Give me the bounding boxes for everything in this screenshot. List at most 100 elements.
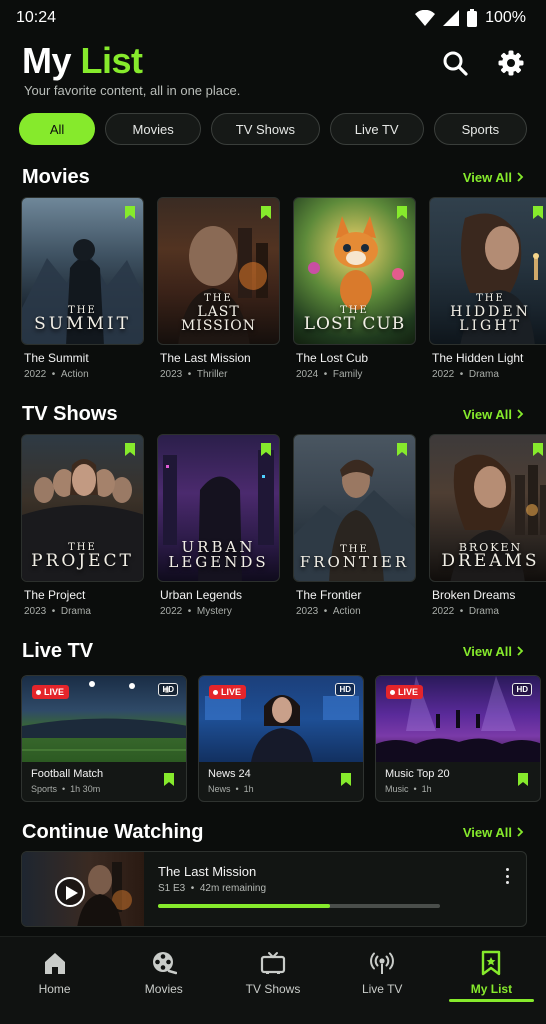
nav-label: Home <box>38 982 71 996</box>
filter-chip-all[interactable]: All <box>19 113 96 145</box>
poster-title-text: URBAN LEGENDS <box>168 537 269 572</box>
chevron-right-icon <box>517 646 524 656</box>
live-tv-row: LIVE HD Football Match Sports • 1h 30m L… <box>21 675 541 802</box>
movie-card[interactable]: THE SUMMIT The Summit 2022 • Action <box>21 197 144 380</box>
chevron-right-icon <box>517 172 524 182</box>
live-tv-view-all-link[interactable]: View All <box>463 644 524 659</box>
page-subtitle: Your favorite content, all in one place. <box>24 83 241 98</box>
filter-chip-sports[interactable]: Sports <box>433 113 527 145</box>
movies-section-header: Movies View All <box>22 164 524 190</box>
gear-icon[interactable] <box>498 50 524 76</box>
nav-item-my-list[interactable]: My List <box>437 937 546 1024</box>
movie-poster: THE LOST CUB <box>293 197 416 345</box>
nav-label: My List <box>470 982 513 996</box>
view-all-label: View All <box>462 169 512 185</box>
bottom-navigation: Home Movies TV Shows Live TV My List <box>0 936 546 1024</box>
hd-badge: HD <box>158 683 178 696</box>
live-tv-section-header: Live TV View All <box>22 638 524 664</box>
view-all-label: View All <box>462 643 512 659</box>
tv-show-title: Broken Dreams <box>432 588 516 602</box>
movie-poster: THE LAST MISSION <box>157 197 280 345</box>
movie-card[interactable]: THE LAST MISSION The Last Mission 2023 • … <box>157 197 280 380</box>
signal-icon <box>443 10 460 26</box>
tv-show-poster: THE PROJECT <box>21 434 144 582</box>
nav-item-tv-shows[interactable]: TV Shows <box>218 937 327 1024</box>
bookmark-icon[interactable] <box>341 773 351 786</box>
filter-chip-movies[interactable]: Movies <box>105 113 202 145</box>
movie-card[interactable]: THE HIDDEN LIGHT The Hidden Light 2022 • … <box>429 197 546 380</box>
bookmark-icon[interactable] <box>125 443 135 456</box>
filter-chip-live-tv[interactable]: Live TV <box>329 113 424 145</box>
poster-title-text: THE HIDDEN LIGHT <box>450 293 531 335</box>
movies-view-all-link[interactable]: View All <box>463 170 524 185</box>
wifi-icon <box>415 10 436 26</box>
movie-card[interactable]: THE LOST CUB The Lost Cub 2024 • Family <box>293 197 416 380</box>
movie-meta: 2024 • Family <box>296 369 363 380</box>
nav-label: Movies <box>144 982 183 996</box>
watch-progress-bar <box>158 904 440 908</box>
bookmark-icon[interactable] <box>261 443 271 456</box>
hd-badge: HD <box>512 683 532 696</box>
movies-row: THE SUMMIT The Summit 2022 • Action THE LA… <box>21 197 546 380</box>
live-badge: LIVE <box>209 685 247 699</box>
bookmark-icon[interactable] <box>397 206 407 219</box>
battery-icon <box>467 9 478 27</box>
live-thumbnail: LIVE HD <box>376 676 540 762</box>
live-thumbnail: LIVE HD <box>22 676 186 762</box>
tv-shows-section-header: TV Shows View All <box>22 401 524 427</box>
movie-title: The Last Mission <box>160 351 251 365</box>
filter-chip-tv-shows[interactable]: TV Shows <box>211 113 320 145</box>
bookmark-icon[interactable] <box>533 206 543 219</box>
play-button[interactable] <box>55 877 85 907</box>
poster-title-text: THE PROJECT <box>31 541 134 572</box>
section-title-tv-shows: TV Shows <box>22 402 118 425</box>
tv-show-meta: 2022 • Drama <box>432 606 499 617</box>
tv-shows-view-all-link[interactable]: View All <box>463 407 524 422</box>
tv-icon <box>260 952 286 974</box>
movie-title: The Summit <box>24 351 89 365</box>
live-channel-card[interactable]: LIVE HD Football Match Sports • 1h 30m <box>21 675 187 802</box>
continue-watching-view-all-link[interactable]: View All <box>463 825 524 840</box>
bookmark-icon[interactable] <box>518 773 528 786</box>
nav-item-home[interactable]: Home <box>0 937 109 1024</box>
tv-show-card[interactable]: BROKEN DREAMS Broken Dreams 2022 • Drama <box>429 434 546 617</box>
search-icon[interactable] <box>442 50 468 76</box>
live-meta: Music • 1h <box>385 784 432 794</box>
bookmark-icon[interactable] <box>397 443 407 456</box>
movie-meta: 2022 • Action <box>24 369 89 380</box>
live-info: News 24 News • 1h <box>208 768 254 794</box>
live-title: Football Match <box>31 768 104 780</box>
tv-show-poster: URBAN LEGENDS <box>157 434 280 582</box>
live-channel-card[interactable]: LIVE HD News 24 News • 1h <box>198 675 364 802</box>
bookmark-icon <box>482 950 501 976</box>
page-header: My List Your favorite content, all in on… <box>22 40 524 102</box>
more-options-icon[interactable] <box>502 866 512 886</box>
tv-show-card[interactable]: THE PROJECT The Project 2023 • Drama <box>21 434 144 617</box>
status-icons: 100% <box>415 9 526 27</box>
section-title-continue-watching: Continue Watching <box>22 820 204 843</box>
tv-show-card[interactable]: URBAN LEGENDS Urban Legends 2022 • Myste… <box>157 434 280 617</box>
page-title-accent: List <box>80 40 144 81</box>
continue-title: The Last Mission <box>158 864 257 879</box>
tv-show-card[interactable]: THE FRONTIER The Frontier 2023 • Action <box>293 434 416 617</box>
bookmark-icon[interactable] <box>533 443 543 456</box>
live-info: Music Top 20 Music • 1h <box>385 768 450 794</box>
bookmark-icon[interactable] <box>261 206 271 219</box>
status-bar: 10:24 100% <box>0 0 546 36</box>
movie-meta: 2022 • Drama <box>432 369 499 380</box>
section-title-live-tv: Live TV <box>22 639 94 662</box>
live-badge: LIVE <box>386 685 424 699</box>
nav-item-live-tv[interactable]: Live TV <box>328 937 437 1024</box>
live-info: Football Match Sports • 1h 30m <box>31 768 103 794</box>
chevron-right-icon <box>517 409 524 419</box>
header-actions <box>442 50 524 76</box>
continue-watching-card[interactable]: The Last Mission S1 E3 • 42m remaining <box>21 851 527 927</box>
live-channel-card[interactable]: LIVE HD Music Top 20 Music • 1h <box>375 675 541 802</box>
bookmark-icon[interactable] <box>164 773 174 786</box>
nav-item-movies[interactable]: Movies <box>109 937 218 1024</box>
nav-label: TV Shows <box>245 982 301 996</box>
live-badge: LIVE <box>32 685 70 699</box>
continue-thumbnail <box>22 852 144 926</box>
bookmark-icon[interactable] <box>125 206 135 219</box>
poster-title-text: THE LOST CUB <box>303 304 406 335</box>
